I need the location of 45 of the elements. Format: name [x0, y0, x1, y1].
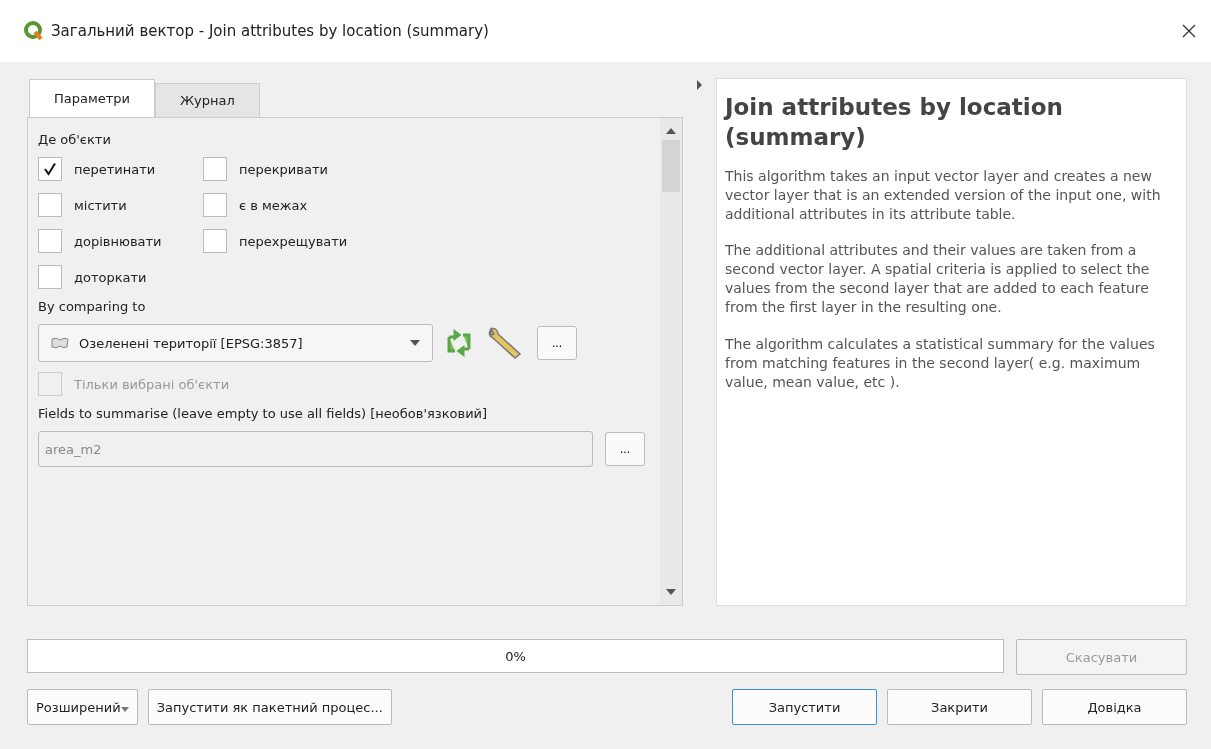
section-label: By comparing to [38, 299, 147, 314]
dialog-button[interactable]: Закрити [887, 689, 1032, 725]
checkbox-label: є в межах [239, 197, 308, 213]
scroll-down-icon[interactable] [666, 589, 676, 595]
section-label: Fields to summarise (leave empty to use all fields) [необов'язковий] [38, 406, 489, 421]
checkbox-label: перетинати [74, 161, 156, 177]
tab[interactable]: Параметри [29, 79, 156, 117]
window-title: Загальний вектор - Join attributes by location (summary) [51, 22, 490, 40]
help-title: Join attributes by location (summary) [725, 93, 1064, 152]
caret-icon [120, 706, 129, 712]
help-paragraph: The additional attributes and their values are taken from a second vector layer. A spatial criteria is applied to select the values from the second layer that are added to each feature from the first layer in the resulting one. [725, 241, 1151, 317]
dialog-button[interactable]: Розширений [27, 689, 138, 725]
help-paragraph: This algorithm takes an input vector layer and creates a new vector layer that is an extended version of the input one, with additional attributes in its attribute table. [725, 166, 1162, 224]
checkbox[interactable] [38, 265, 62, 289]
checkbox-label: Тільки вибрані об'єкти [74, 376, 230, 392]
checkbox[interactable] [38, 229, 62, 253]
dialog-button[interactable]: Довідка [1042, 689, 1187, 725]
checkbox-label: перекривати [239, 161, 328, 177]
checkbox[interactable] [38, 193, 62, 217]
progress-text: 0% [505, 648, 526, 664]
checkbox[interactable] [203, 229, 227, 253]
checkbox[interactable] [38, 157, 62, 181]
checkbox-label: перехрещувати [239, 233, 348, 249]
checkbox[interactable] [203, 193, 227, 217]
close-icon[interactable] [1181, 23, 1197, 39]
check-icon [43, 162, 57, 176]
checkbox-label: дорівнювати [74, 233, 162, 249]
scrollbar[interactable] [660, 118, 682, 605]
app-logo-icon [24, 21, 44, 41]
scroll-up-icon[interactable] [666, 128, 676, 134]
dialog-button[interactable]: Запустити [732, 689, 877, 725]
layer-dropdown[interactable]: Озеленені території [EPSG:3857] [38, 324, 433, 362]
tab[interactable]: Журнал [155, 83, 260, 117]
caret-icon [410, 340, 420, 346]
dialog-button[interactable]: Запустити як пакетний процес... [147, 689, 392, 725]
checkbox[interactable] [203, 157, 227, 181]
more-button[interactable]: ... [605, 432, 645, 466]
collapse-arrow-icon[interactable] [697, 80, 702, 90]
more-button[interactable]: ... [537, 326, 577, 360]
help-paragraph: The algorithm calculates a statistical summary for the values from matching features in the second layer( e.g. maximum value, mean value, etc ). [725, 335, 1156, 392]
refresh-icon[interactable] [445, 329, 473, 357]
section-label: Де об'єкти [38, 132, 112, 147]
checkbox-label: доторкати [74, 269, 147, 285]
checkbox-label: містити [74, 197, 127, 213]
polygon-layer-icon [51, 337, 69, 349]
